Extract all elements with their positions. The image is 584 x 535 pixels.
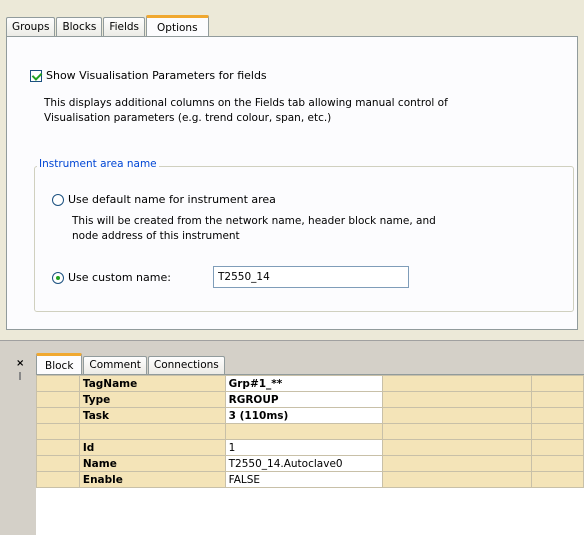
property-value-cell[interactable]: FALSE: [224, 471, 383, 488]
default-name-label: Use default name for instrument area: [68, 193, 276, 206]
table-row[interactable]: Enable FALSE: [36, 471, 584, 488]
extra-cell: [531, 455, 584, 472]
tab-block[interactable]: Block: [36, 353, 83, 375]
property-value-cell[interactable]: Grp#1_**: [224, 375, 383, 392]
show-vis-params-desc-1: This displays additional columns on the …: [44, 97, 448, 109]
extra-cell: [531, 423, 584, 440]
extra-cell: [381, 471, 533, 488]
show-vis-params-desc-2: Visualisation parameters (e.g. trend col…: [44, 112, 332, 124]
row-header-cell[interactable]: [36, 455, 80, 472]
row-header-cell[interactable]: [36, 391, 80, 408]
extra-cell: [531, 471, 584, 488]
row-header-cell[interactable]: [36, 471, 80, 488]
row-header-cell[interactable]: [36, 375, 80, 392]
table-row[interactable]: Name T2550_14.Autoclave0: [36, 455, 584, 472]
property-value-cell[interactable]: 1: [224, 439, 383, 456]
close-icon[interactable]: ×: [16, 358, 24, 369]
tab-connections[interactable]: Connections: [147, 356, 225, 374]
property-value-cell[interactable]: T2550_14.Autoclave0: [224, 455, 383, 472]
default-name-desc-1: This will be created from the network na…: [72, 215, 436, 227]
instrument-area-group-title: Instrument area name: [37, 158, 159, 170]
custom-name-radio-row[interactable]: Use custom name:: [52, 271, 171, 284]
property-value-cell[interactable]: RGROUP: [224, 391, 383, 408]
property-value-cell[interactable]: [224, 423, 383, 440]
extra-cell: [381, 375, 533, 392]
extra-cell: [531, 407, 584, 424]
row-header-cell[interactable]: [36, 407, 80, 424]
property-name-cell: Enable: [78, 471, 226, 488]
tab-comment[interactable]: Comment: [83, 356, 147, 374]
show-vis-params-checkbox[interactable]: [30, 69, 42, 82]
property-value-cell[interactable]: 3 (110ms): [224, 407, 383, 424]
default-name-desc-2: node address of this instrument: [72, 230, 240, 242]
extra-cell: [381, 455, 533, 472]
property-name-cell: Type: [78, 391, 226, 408]
table-row[interactable]: TagName Grp#1_**: [36, 375, 584, 392]
pin-icon[interactable]: [19, 372, 21, 380]
property-name-cell: Name: [78, 455, 226, 472]
property-name-cell: TagName: [78, 375, 226, 392]
table-row[interactable]: Type RGROUP: [36, 391, 584, 408]
custom-name-label: Use custom name:: [68, 271, 171, 284]
table-row[interactable]: [36, 423, 584, 440]
extra-cell: [381, 423, 533, 440]
table-row[interactable]: Id 1: [36, 439, 584, 456]
property-name-cell: [78, 423, 226, 440]
extra-cell: [531, 375, 584, 392]
property-name-cell: Task: [78, 407, 226, 424]
top-tab-strip: Groups Blocks Fields Options: [6, 14, 210, 37]
show-vis-params-checkbox-row[interactable]: Show Visualisation Parameters for fields: [30, 69, 267, 82]
table-row[interactable]: Task 3 (110ms): [36, 407, 584, 424]
bottom-tab-strip: Block Comment Connections: [36, 350, 226, 375]
custom-name-input[interactable]: [213, 266, 409, 288]
extra-cell: [531, 439, 584, 456]
extra-cell: [381, 391, 533, 408]
row-header-cell[interactable]: [36, 423, 80, 440]
row-header-cell[interactable]: [36, 439, 80, 456]
custom-name-radio[interactable]: [52, 271, 64, 284]
default-name-radio[interactable]: [52, 193, 64, 206]
properties-grid: TagName Grp#1_** Type RGROUP Task 3 (110ms) Id…: [36, 374, 584, 535]
tab-blocks[interactable]: Blocks: [56, 17, 103, 36]
properties-table: TagName Grp#1_** Type RGROUP Task 3 (110ms) Id…: [36, 375, 584, 488]
property-name-cell: Id: [78, 439, 226, 456]
extra-cell: [531, 391, 584, 408]
default-name-radio-row[interactable]: Use default name for instrument area: [52, 193, 276, 206]
options-panel: Groups Blocks Fields Options Show Visual…: [0, 0, 584, 340]
tab-options[interactable]: Options: [146, 15, 209, 37]
tab-fields[interactable]: Fields: [103, 17, 146, 36]
show-vis-params-label: Show Visualisation Parameters for fields: [46, 69, 267, 82]
extra-cell: [381, 439, 533, 456]
tab-groups[interactable]: Groups: [6, 17, 56, 36]
extra-cell: [381, 407, 533, 424]
